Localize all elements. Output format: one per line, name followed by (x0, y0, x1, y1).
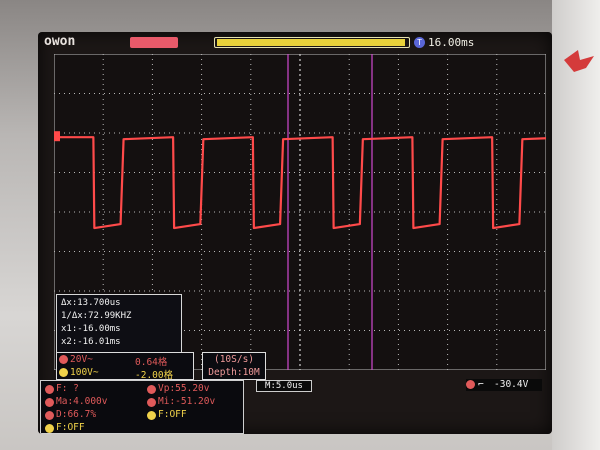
channel-settings-panel: 20V~ 0.64格 100V~ -2.00格 (56, 352, 194, 381)
channel-1-marker-icon (54, 131, 60, 142)
trigger-delay-icon: T (414, 37, 425, 48)
brand-logo-icon (564, 50, 594, 72)
channel-1-volts: 20V~ (70, 354, 93, 365)
acquisition-panel: (10S/s) Depth:10M (202, 352, 266, 380)
measure-max: Ma:4.000v (43, 396, 143, 409)
trigger-level-value: -30.4V (494, 379, 529, 390)
trigger-level-panel: ⌐ -30.4V (466, 379, 542, 391)
bezel-right-edge (552, 0, 600, 450)
channel-2-icon (59, 368, 68, 377)
measure-ch2-icon (147, 411, 156, 420)
trigger-delay-readout: 16.00ms (428, 36, 475, 49)
measurement-panel: F: ? Vp:55.20v Ma:4.000v Mi:-51.20v D:66… (40, 380, 244, 434)
measure-ch2-f2: F:OFF (43, 422, 143, 434)
oscilloscope-screen: owon T 16.00ms Δx:13.700us 1/Δx:72.99KHZ… (38, 32, 552, 434)
memory-window (217, 39, 405, 46)
measure-ch1-icon (45, 385, 54, 394)
status-bar: owon T 16.00ms (38, 32, 552, 54)
channel-1-icon (59, 355, 68, 364)
cursor-frequency: 1/Δx:72.99KHZ (61, 311, 132, 321)
measure-ch1-icon (45, 398, 54, 407)
trigger-status-indicator (130, 37, 178, 48)
measure-ch1-icon (45, 411, 54, 420)
channel-2-row: 100V~ -2.00格 (57, 366, 193, 381)
timebase-readout: M:5.0us (256, 380, 312, 392)
cursor-x1: x1:-16.00ms (61, 324, 121, 334)
sample-rate: (10S/s) (213, 354, 255, 365)
measure-frequency: F: ? (43, 383, 143, 396)
cursor-delta: Δx:13.700us (61, 298, 121, 308)
measure-ch2-icon (45, 424, 54, 433)
channel-2-offset: -2.00格 (135, 370, 174, 381)
trigger-edge-icon: ⌐ (478, 379, 484, 390)
channel-1-row: 20V~ 0.64格 (57, 353, 193, 368)
measure-ch1-icon (147, 398, 156, 407)
channel-2-volts: 100V~ (70, 367, 99, 378)
brand-logo: owon (44, 34, 76, 49)
memory-depth: Depth:10M (208, 367, 260, 378)
measure-min: Mi:-51.20v (145, 396, 245, 409)
cursor-x2: x2:-16.01ms (61, 337, 121, 347)
measure-vpp: Vp:55.20v (145, 383, 245, 396)
measure-duty: D:66.7% (43, 409, 143, 422)
measure-ch2-f: F:OFF (145, 409, 245, 422)
trigger-source-icon (466, 380, 475, 389)
memory-position-bar (214, 37, 410, 48)
cursor-measure-panel: Δx:13.700us 1/Δx:72.99KHZ x1:-16.00ms x2… (56, 294, 182, 356)
measure-ch1-icon (147, 385, 156, 394)
